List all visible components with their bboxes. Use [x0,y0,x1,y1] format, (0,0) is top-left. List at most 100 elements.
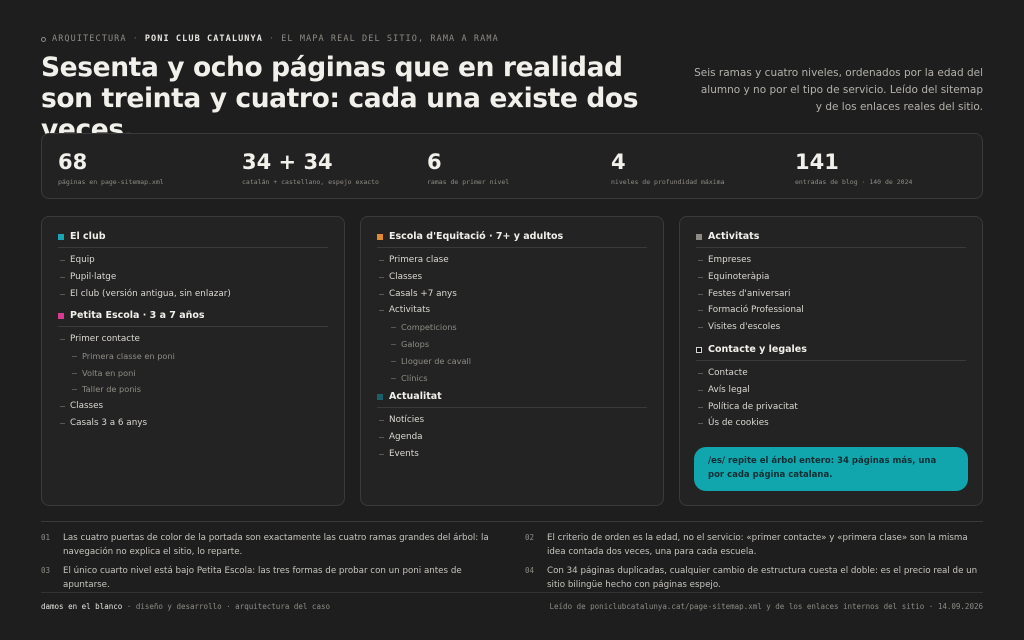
tree-node: Agenda [377,429,647,446]
tree-node: Classes [377,269,647,286]
branch-header: Actualitat [377,391,647,408]
stat-blog: 141 entradas de blog · 140 de 2024 [795,150,912,186]
tree-node: Formació Professional [696,302,966,319]
branch-contacte: Contacte y legales Contacte Avís legal P… [696,344,966,432]
eyebrow-separator: · [132,34,139,44]
tree-node: Festes d'aniversari [696,286,966,303]
tree-node: Casals 3 a 6 anys [58,415,328,432]
tree-node: Contacte [696,365,966,382]
stat-value: 4 [611,150,626,174]
stat-caption: niveles de profundidad máxima [611,178,725,186]
page-lede: Seis ramas y cuatro niveles, ordenados p… [694,67,983,113]
branch-header: Activitats [696,231,966,248]
branch-title: Petita Escola · 3 a 7 años [70,310,205,321]
tree-subnode: Volta en poni [58,365,328,382]
note-text: El único cuarto nivel está bajo Petita E… [63,566,462,590]
branch-activitats: Activitats Empreses Equinoteràpia Festes… [696,231,966,336]
tree-node: Avís legal [696,382,966,399]
stat-caption: catalán + castellano, espejo exacto [242,178,379,186]
note-02: 02 El criterio de orden es la edad, no e… [525,531,983,559]
note-index: 01 [41,533,51,542]
stat-languages: 34 + 34 catalán + castellano, espejo exa… [242,150,379,186]
tree-node: Events [377,446,647,463]
note-text: Las cuatro puertas de color de la portad… [63,533,489,557]
color-swatch-icon [58,312,64,319]
stats-strip: 68 páginas en page-sitemap.xml 34 + 34 c… [41,133,983,199]
tree-node: Classes [58,398,328,415]
branch-header: Escola d'Equitació · 7+ y adultos [377,231,647,248]
tree-node: Ús de cookies [696,415,966,432]
eyebrow-client: PONI CLUB CATALUNYA [144,34,263,44]
circle-icon [41,36,46,42]
branch-title: El club [70,231,106,242]
note-01: 01 Las cuatro puertas de color de la por… [41,531,499,559]
tree-node: Equip [58,252,328,269]
tree-subnode: Clínics [377,370,647,387]
branch-actualitat: Actualitat Notícies Agenda Events [377,391,647,462]
tree-subnode: Lloguer de cavall [377,353,647,370]
page-title: Sesenta y ocho páginas que en realidad s… [41,52,639,145]
stat-value: 68 [58,150,88,174]
branch-title: Escola d'Equitació · 7+ y adultos [389,231,564,242]
branch-el-club: El club Equip Pupil·latge El club (versi… [58,231,328,302]
eyebrow-section: ARQUITECTURA [52,34,127,44]
branch-header: El club [58,231,328,248]
branch-header: Petita Escola · 3 a 7 años [58,310,328,327]
note-03: 03 El único cuarto nivel está bajo Petit… [41,564,499,592]
color-swatch-icon [696,233,702,240]
tree-node: Política de privacitat [696,399,966,416]
tree-card-3: Activitats Empreses Equinoteràpia Festes… [679,216,983,506]
note-index: 02 [525,533,535,542]
branch-header: Contacte y legales [696,344,966,361]
branch-title: Activitats [708,231,760,242]
tree-node: El club (versión antigua, sin enlazar) [58,286,328,303]
tree-node: Primera clase [377,252,647,269]
divider [41,592,983,593]
stat-depth: 4 niveles de profundidad máxima [611,150,725,186]
branch-title: Contacte y legales [708,344,807,355]
stat-value: 34 + 34 [242,150,333,174]
tree-node: Visites d'escoles [696,319,966,336]
branch-title: Actualitat [389,391,442,402]
stat-value: 141 [795,150,839,174]
tree-node: Notícies [377,412,647,429]
tree-subnode: Taller de ponis [58,381,328,398]
callout-note: /es/ repite el árbol entero: 34 páginas … [694,447,968,491]
stat-value: 6 [427,150,442,174]
stat-caption: páginas en page-sitemap.xml [58,178,164,186]
note-04: 04 Con 34 páginas duplicadas, cualquier … [525,564,983,592]
stat-caption: ramas de primer nivel [427,178,510,186]
tree-node: Equinoteràpia [696,269,966,286]
branch-escola-equitacio: Escola d'Equitació · 7+ y adultos Primer… [377,231,647,386]
tree-card-2: Escola d'Equitació · 7+ y adultos Primer… [360,216,664,506]
stat-branches: 6 ramas de primer nivel [427,150,509,186]
note-text: El criterio de orden es la edad, no el s… [547,533,968,557]
stat-caption: entradas de blog · 140 de 2024 [795,178,913,186]
footer-credit: damos en el blanco · diseño y desarrollo… [41,602,330,611]
footer-brand: damos en el blanco [41,602,123,611]
tree-node: Activitats [377,302,647,319]
tree-node: Primer contacte [58,331,328,348]
color-swatch-icon [377,233,383,240]
color-swatch-icon [377,393,383,400]
footer-source: Leído de poniclubcatalunya.cat/page-site… [549,602,983,611]
eyebrow-separator: · [268,34,276,44]
tree-card-1: El club Equip Pupil·latge El club (versi… [41,216,345,506]
tree-subnode: Primera classe en poni [58,348,328,365]
color-swatch-icon [58,233,64,240]
footer-credit-rest: · diseño y desarrollo · arquitectura del… [126,602,330,611]
note-index: 04 [525,566,535,575]
eyebrow: ARQUITECTURA · PONI CLUB CATALUNYA · EL … [41,34,499,44]
stat-pages: 68 páginas en page-sitemap.xml [58,150,164,186]
divider [41,521,983,522]
tree-node: Pupil·latge [58,269,328,286]
note-index: 03 [41,566,51,575]
tree-subnode: Competicions [377,319,647,336]
tree-subnode: Galops [377,336,647,353]
color-swatch-icon [696,346,702,353]
tree-node: Empreses [696,252,966,269]
tree-node: Casals +7 anys [377,286,647,303]
eyebrow-subtitle: EL MAPA REAL DEL SITIO, RAMA A RAMA [281,34,499,44]
branch-petita-escola: Petita Escola · 3 a 7 años Primer contac… [58,310,328,432]
note-text: Con 34 páginas duplicadas, cualquier cam… [547,566,978,590]
